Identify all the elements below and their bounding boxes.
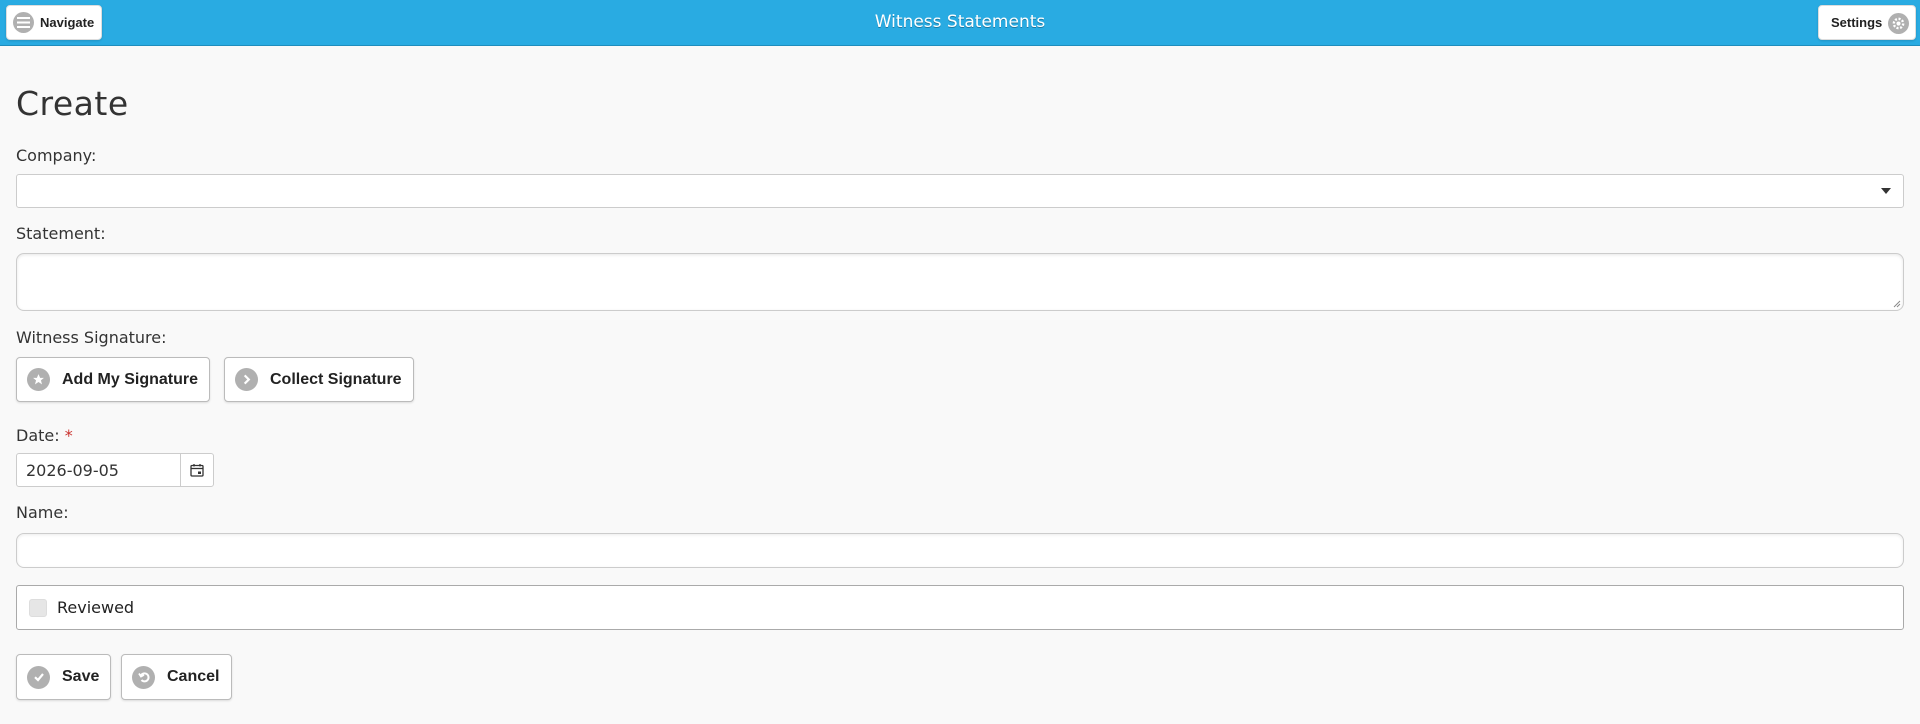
settings-button[interactable]: Settings — [1818, 5, 1916, 40]
reviewed-checkbox[interactable] — [29, 599, 47, 617]
name-label: Name: — [16, 503, 69, 522]
page-title: Create — [16, 84, 129, 123]
cancel-label: Cancel — [167, 668, 220, 685]
company-label: Company: — [16, 146, 97, 165]
date-label-row: Date: * — [16, 426, 73, 445]
app-header: Navigate Witness Statements Settings — [0, 0, 1920, 46]
cancel-button[interactable]: Cancel — [121, 654, 232, 700]
add-my-signature-button[interactable]: Add My Signature — [16, 357, 210, 402]
reviewed-checkbox-row[interactable]: Reviewed — [16, 585, 1904, 630]
arrow-right-icon — [235, 368, 258, 391]
date-picker-button[interactable] — [180, 454, 213, 486]
date-field[interactable]: 2026-09-05 — [16, 453, 214, 487]
company-select[interactable] — [16, 174, 1904, 208]
add-my-signature-label: Add My Signature — [62, 370, 199, 388]
resize-grip-icon[interactable] — [1893, 300, 1901, 308]
required-marker: * — [64, 426, 73, 445]
save-label: Save — [62, 668, 100, 685]
app-title: Witness Statements — [874, 12, 1046, 32]
collect-signature-label: Collect Signature — [270, 370, 402, 388]
chevron-down-icon — [1881, 188, 1891, 194]
check-icon — [27, 665, 50, 689]
date-value[interactable]: 2026-09-05 — [26, 461, 119, 480]
statement-label: Statement: — [16, 224, 106, 243]
save-button[interactable]: Save — [16, 654, 111, 700]
name-input[interactable] — [16, 533, 1904, 568]
settings-label: Settings — [1831, 15, 1883, 30]
reviewed-label[interactable]: Reviewed — [57, 598, 134, 617]
statement-textarea[interactable] — [16, 253, 1904, 311]
gear-icon — [1888, 13, 1909, 34]
collect-signature-button[interactable]: Collect Signature — [224, 357, 414, 402]
undo-icon — [132, 665, 155, 689]
calendar-icon — [190, 464, 204, 477]
date-label: Date: — [16, 426, 60, 445]
star-icon — [27, 368, 50, 391]
witness-signature-label: Witness Signature: — [16, 328, 167, 347]
